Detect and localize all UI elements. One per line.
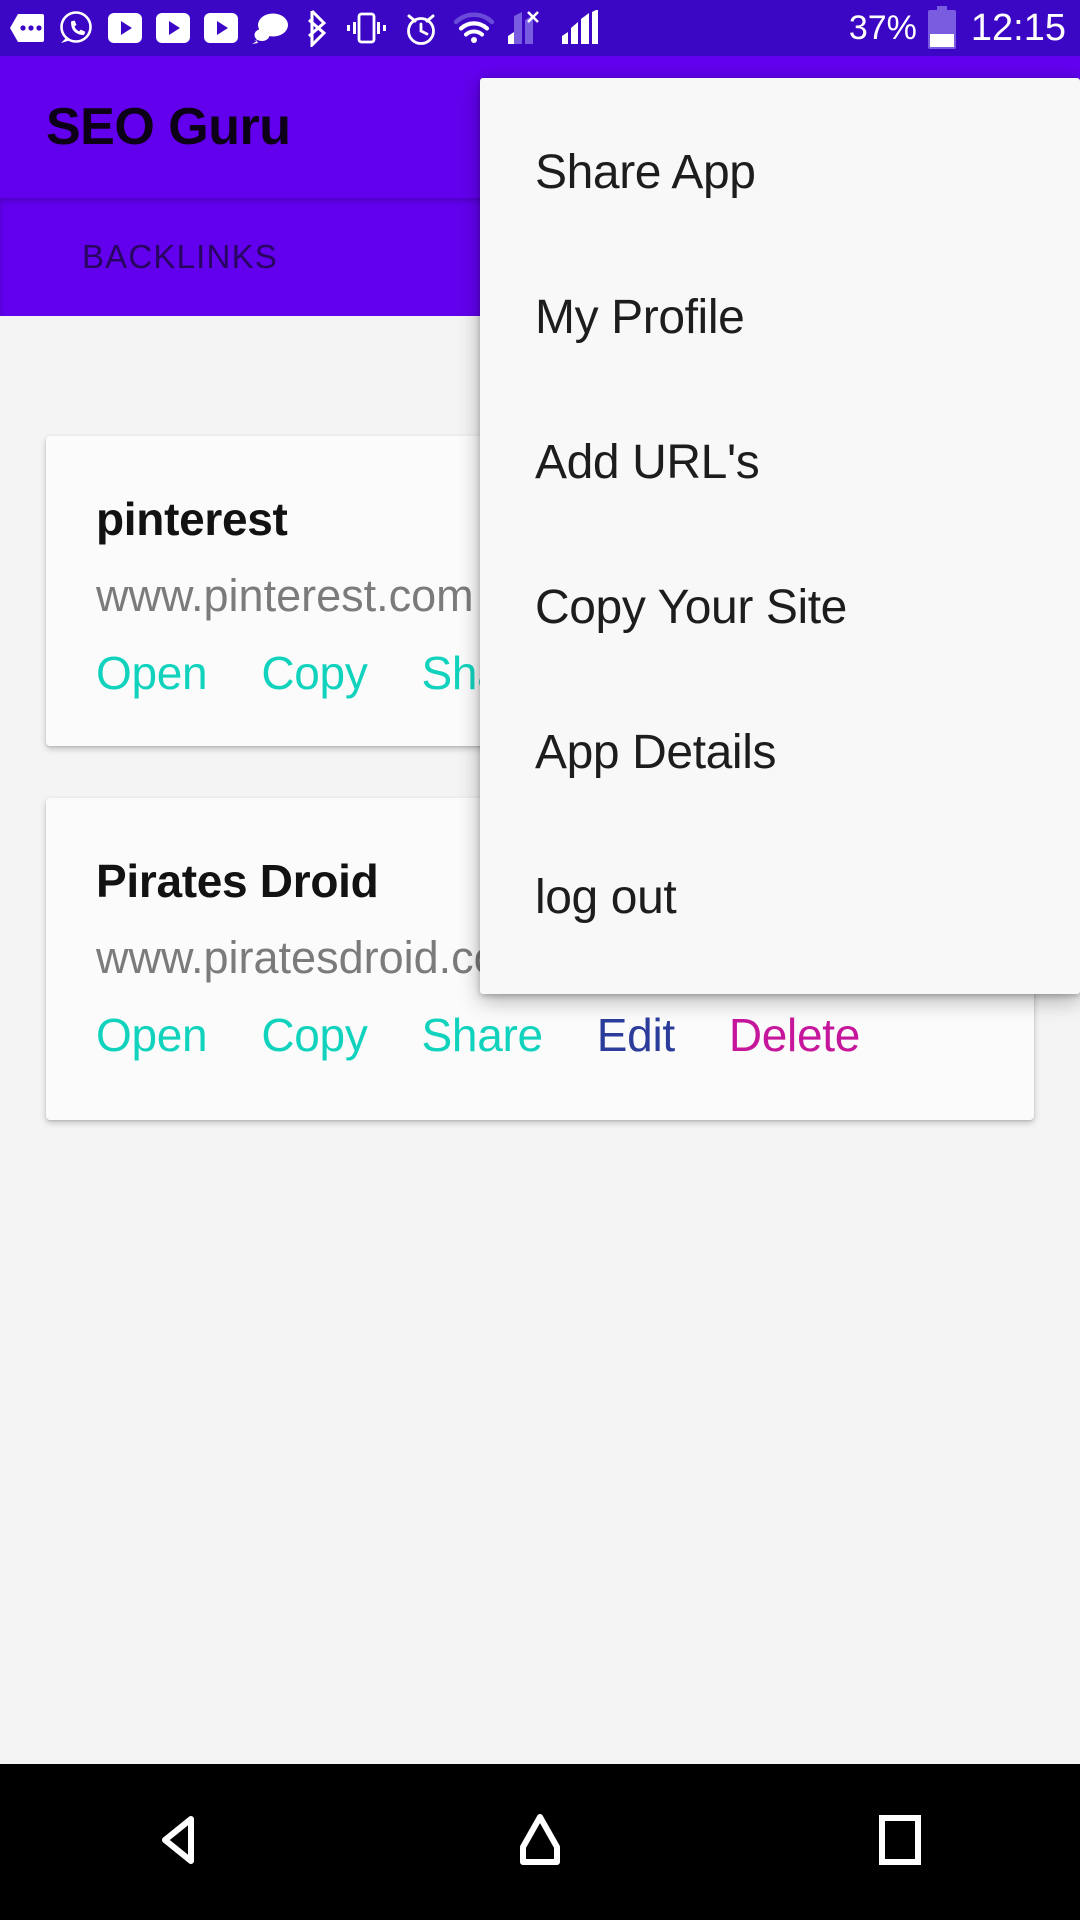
menu-item-copy-your-site[interactable]: Copy Your Site <box>480 535 1080 680</box>
battery-icon <box>927 6 957 50</box>
signal-bars-icon <box>562 10 600 46</box>
status-bar: 37% 12:15 <box>0 0 1080 56</box>
youtube-icon <box>204 13 238 43</box>
status-bar-clock: 12:15 <box>970 7 1066 49</box>
whatsapp-icon <box>58 10 94 46</box>
menu-item-app-details[interactable]: App Details <box>480 680 1080 825</box>
status-bar-notification-icons <box>10 9 849 47</box>
wifi-icon <box>454 12 494 44</box>
menu-item-log-out[interactable]: log out <box>480 825 1080 970</box>
home-icon <box>509 1809 571 1876</box>
menu-item-share-app[interactable]: Share App <box>480 100 1080 245</box>
copy-button[interactable]: Copy <box>261 646 367 700</box>
youtube-icon <box>156 13 190 43</box>
card-url: www.pinterest.com <box>96 570 474 621</box>
overflow-menu: Share App My Profile Add URL's Copy Your… <box>480 78 1080 994</box>
share-button[interactable]: Share <box>422 1008 544 1062</box>
card-title: Pirates Droid <box>96 855 379 907</box>
chat-bubbles-icon <box>252 11 290 45</box>
recents-button[interactable] <box>800 1764 1000 1920</box>
copy-button[interactable]: Copy <box>261 1008 367 1062</box>
youtube-icon <box>108 13 142 43</box>
edit-button[interactable]: Edit <box>597 1008 675 1062</box>
bluetooth-icon <box>304 9 330 47</box>
back-icon <box>149 1809 211 1876</box>
back-button[interactable] <box>80 1764 280 1920</box>
vibrate-icon <box>344 11 388 45</box>
open-button[interactable]: Open <box>96 1008 208 1062</box>
status-bar-right: 37% 12:15 <box>849 6 1066 50</box>
recents-icon <box>872 1812 928 1873</box>
android-navigation-bar <box>0 1764 1080 1920</box>
card-actions: Open Copy Share Edit Delete <box>96 1008 860 1062</box>
menu-item-my-profile[interactable]: My Profile <box>480 245 1080 390</box>
page-title: SEO Guru <box>46 98 291 156</box>
tab-backlinks[interactable]: BACKLINKS <box>0 198 360 316</box>
alarm-clock-icon <box>402 10 440 46</box>
more-dots-notification-icon <box>10 12 44 44</box>
card-url: www.piratesdroid.com <box>96 932 537 983</box>
signal-no-data-icon <box>508 10 548 46</box>
card-title: pinterest <box>96 493 288 545</box>
battery-percent-label: 37% <box>848 9 917 47</box>
menu-item-add-urls[interactable]: Add URL's <box>480 390 1080 535</box>
open-button[interactable]: Open <box>96 646 208 700</box>
delete-button[interactable]: Delete <box>729 1008 860 1062</box>
home-button[interactable] <box>440 1764 640 1920</box>
